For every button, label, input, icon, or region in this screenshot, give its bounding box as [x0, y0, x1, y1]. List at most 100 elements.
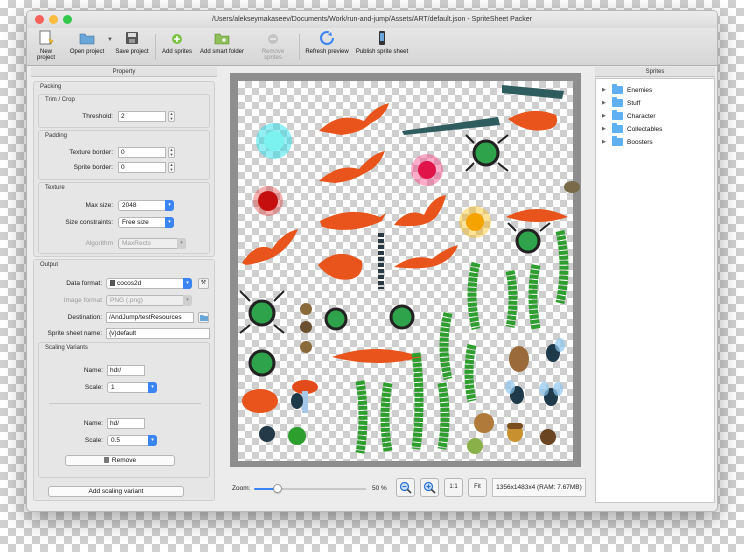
folder-icon — [612, 136, 623, 146]
caterpillar-sprite — [528, 264, 541, 330]
new-project-button[interactable]: New project — [31, 30, 61, 61]
disclosure-triangle-icon[interactable]: ▶ — [602, 139, 608, 145]
walnut-sprite — [474, 413, 494, 433]
chevron-down-icon: ▾ — [183, 295, 192, 306]
texture-border-stepper[interactable]: ▲ ▼ — [168, 147, 175, 158]
open-project-button[interactable]: Open project ▼ — [69, 30, 113, 55]
disclosure-triangle-icon[interactable]: ▶ — [602, 113, 608, 119]
beetle-sprite — [259, 426, 275, 442]
folder-icon — [199, 315, 208, 321]
add-scaling-variant-button[interactable]: Add scaling variant — [48, 486, 184, 497]
squirrel-sprite — [319, 151, 385, 183]
preview-canvas[interactable] — [230, 73, 581, 467]
minimize-window-button[interactable] — [49, 15, 58, 24]
variant-name-input[interactable]: hdr/ — [107, 365, 145, 376]
disclosure-triangle-icon[interactable]: ▶ — [602, 126, 608, 132]
new-project-icon — [38, 30, 54, 46]
data-format-label: Data format: — [66, 280, 102, 287]
data-format-select[interactable]: cocos2d ▾ — [106, 278, 192, 289]
sprites-panel-header: Sprites — [595, 67, 715, 77]
booster-sprite — [459, 206, 491, 238]
zoom-slider-knob[interactable] — [273, 484, 282, 493]
booster-sprite — [256, 123, 292, 159]
caterpillar-sprite — [464, 344, 477, 402]
nut-sprite — [300, 341, 312, 353]
output-group: Output Data format: cocos2d ▾ ⚒ Image fo… — [33, 259, 215, 501]
publish-sprite-sheet-button[interactable]: Publish sprite sheet — [355, 30, 409, 55]
refresh-preview-button[interactable]: Refresh preview — [305, 30, 349, 55]
zoom-percent: 50 % — [372, 485, 387, 492]
squirrel-sprite — [394, 245, 458, 269]
sprite-border-input[interactable]: 0 — [118, 162, 166, 173]
output-title: Output — [40, 262, 59, 268]
caterpillar-sprite — [437, 382, 450, 450]
algorithm-select[interactable]: MaxRects ▾ — [118, 238, 186, 249]
tree-folder-collectables[interactable]: ▶ Collectables — [602, 123, 662, 134]
spider-sprite — [324, 307, 348, 331]
texture-border-input[interactable]: 0 — [118, 147, 166, 158]
zoom-slider[interactable] — [254, 488, 366, 490]
nut-sprite — [300, 321, 312, 333]
algorithm-label: Algorithm — [85, 240, 113, 247]
remove-sprites-button[interactable]: Remove sprites — [253, 30, 293, 61]
texture-border-label: Texture border: — [69, 149, 113, 156]
zoom-in-icon — [423, 481, 436, 494]
zoom-out-icon — [399, 481, 412, 494]
shell-sprite — [288, 427, 306, 445]
booster-sprite — [411, 154, 443, 186]
image-format-label: Image format — [63, 297, 102, 304]
threshold-label: Threshold: — [82, 113, 113, 120]
variant-scale-select[interactable]: 0.5 ▾ — [107, 435, 157, 446]
data-format-settings-button[interactable]: ⚒ — [198, 278, 209, 289]
log-sprite — [502, 85, 564, 99]
caterpillar-sprite — [411, 352, 424, 450]
size-constraints-select[interactable]: Free size ▾ — [118, 217, 174, 228]
zoom-fit-button[interactable]: Fit — [468, 478, 487, 497]
folder-icon — [612, 123, 623, 133]
max-size-label: Max size: — [85, 202, 113, 209]
close-window-button[interactable] — [35, 15, 44, 24]
folder-icon — [612, 110, 623, 120]
snail-sprite — [564, 181, 580, 193]
caterpillar-sprite — [355, 380, 368, 454]
disclosure-triangle-icon[interactable]: ▶ — [602, 87, 608, 93]
tree-folder-enemies[interactable]: ▶ Enemies — [602, 84, 652, 95]
tree-folder-character[interactable]: ▶ Character — [602, 110, 656, 121]
zoom-1to1-button[interactable]: 1:1 — [444, 478, 463, 497]
browse-destination-button[interactable] — [198, 312, 209, 323]
fly-sprite — [539, 382, 563, 406]
preview-area: Zoom: 50 % 1:1 Fit 1356x1483x4 (RAM: 7.6… — [226, 67, 590, 503]
title-bar: /Users/alekseymakaseev/Documents/Work/ru… — [27, 11, 717, 28]
variant-name-label: Name: — [83, 420, 103, 427]
chevron-down-icon[interactable]: ▼ — [107, 37, 113, 43]
toolbar: New project Open project ▼ Save project … — [27, 28, 717, 66]
add-sprites-button[interactable]: Add sprites — [161, 30, 193, 55]
zoom-window-button[interactable] — [63, 15, 72, 24]
destination-input[interactable]: /AndJump/testResources — [106, 312, 194, 323]
variant-name-input[interactable]: hd/ — [107, 418, 145, 429]
disclosure-triangle-icon[interactable]: ▶ — [602, 100, 608, 106]
scaling-variants-title: Scaling Variants — [45, 345, 88, 351]
zoom-bar: Zoom: 50 % 1:1 Fit 1356x1483x4 (RAM: 7.6… — [226, 473, 590, 503]
tree-folder-stuff[interactable]: ▶ Stuff — [602, 97, 640, 108]
acorn-sprite — [507, 423, 523, 442]
packing-group: Packing Trim / Crop Threshold: 2 ▲ ▼ Padd… — [33, 81, 215, 257]
add-sprites-icon — [169, 30, 185, 46]
add-smart-folder-button[interactable]: Add smart folder — [199, 30, 245, 55]
variant-scale-select[interactable]: 1 ▾ — [107, 382, 157, 393]
acorn-sprite — [540, 429, 556, 445]
save-project-button[interactable]: Save project — [115, 30, 149, 55]
threshold-stepper[interactable]: ▲ ▼ — [168, 111, 175, 122]
chevron-down-icon: ▾ — [165, 200, 174, 211]
tree-folder-boosters[interactable]: ▶ Boosters — [602, 136, 653, 147]
zoom-out-button[interactable] — [396, 478, 415, 497]
sprite-border-stepper[interactable]: ▲ ▼ — [168, 162, 175, 173]
max-size-select[interactable]: 2048 ▾ — [118, 200, 174, 211]
variant-scale-label: Scale: — [84, 437, 103, 444]
wrench-icon: ⚒ — [200, 280, 207, 286]
image-format-select[interactable]: PNG (.png) ▾ — [106, 295, 192, 306]
sprite-sheet-name-input[interactable]: {v}default — [106, 328, 210, 339]
threshold-input[interactable]: 2 — [118, 111, 166, 122]
zoom-in-button[interactable] — [420, 478, 439, 497]
remove-variant-button[interactable]: Remove — [65, 455, 175, 466]
